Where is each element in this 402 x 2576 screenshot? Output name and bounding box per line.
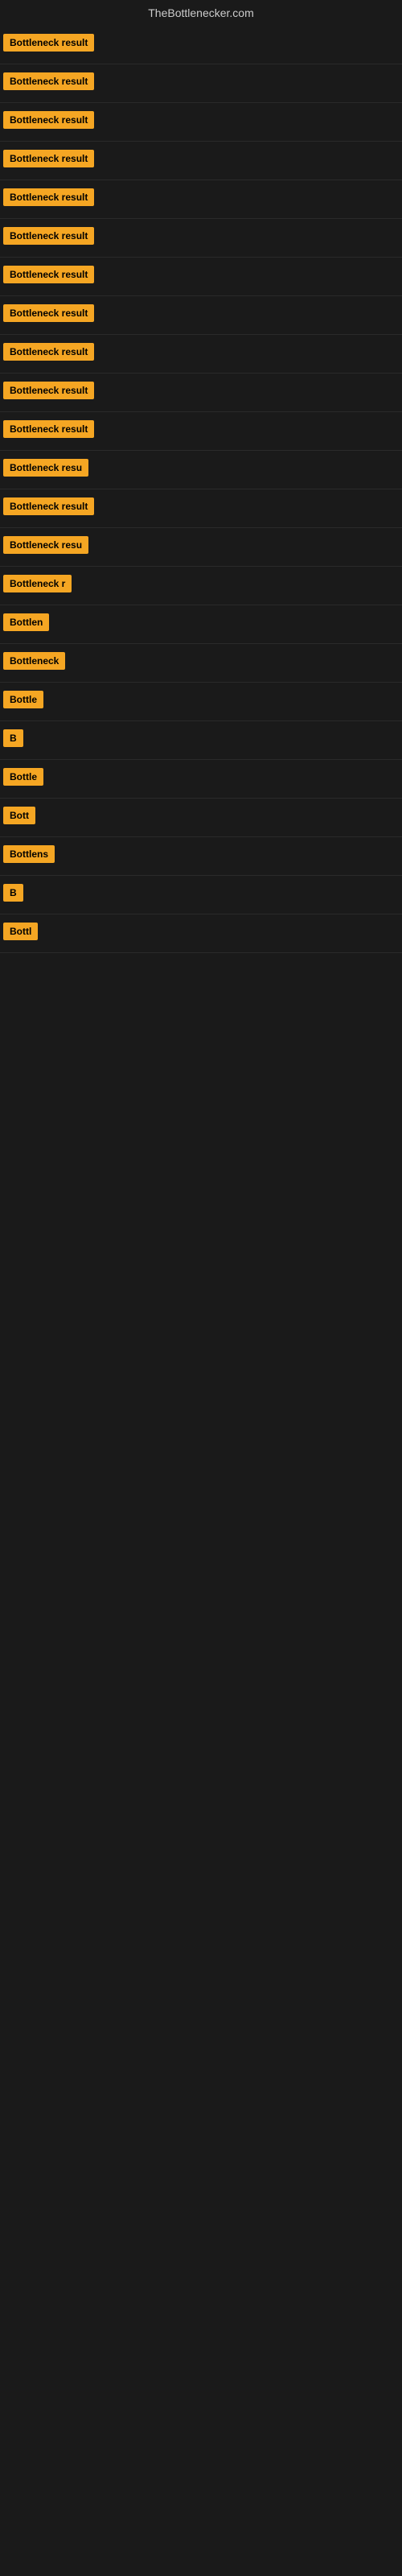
- bottleneck-badge[interactable]: Bottleneck resu: [3, 536, 88, 554]
- result-row: Bottleneck r: [0, 567, 402, 605]
- bottleneck-badge[interactable]: Bottleneck result: [3, 188, 94, 206]
- bottleneck-badge[interactable]: Bottleneck result: [3, 343, 94, 361]
- result-row: B: [0, 876, 402, 914]
- result-row: Bottlen: [0, 605, 402, 644]
- result-row: Bottleneck result: [0, 219, 402, 258]
- bottleneck-badge[interactable]: Bottlens: [3, 845, 55, 863]
- result-row: Bottleneck resu: [0, 451, 402, 489]
- bottleneck-badge[interactable]: Bottleneck result: [3, 34, 94, 52]
- result-row: Bottlens: [0, 837, 402, 876]
- bottleneck-badge[interactable]: B: [3, 729, 23, 747]
- result-row: Bottleneck: [0, 644, 402, 683]
- bottleneck-badge[interactable]: Bottl: [3, 923, 38, 940]
- bottleneck-badge[interactable]: B: [3, 884, 23, 902]
- result-row: Bottleneck result: [0, 26, 402, 64]
- result-row: Bottl: [0, 914, 402, 953]
- result-row: Bottleneck result: [0, 180, 402, 219]
- result-row: Bottleneck result: [0, 489, 402, 528]
- bottleneck-badge[interactable]: Bottle: [3, 691, 43, 708]
- results-container: Bottleneck result Bottleneck result Bottle…: [0, 26, 402, 953]
- result-row: Bottleneck result: [0, 335, 402, 374]
- bottleneck-badge[interactable]: Bottleneck result: [3, 420, 94, 438]
- result-row: Bottle: [0, 760, 402, 799]
- bottleneck-badge[interactable]: Bottleneck result: [3, 150, 94, 167]
- result-row: Bottleneck result: [0, 64, 402, 103]
- bottleneck-badge[interactable]: Bottle: [3, 768, 43, 786]
- result-row: Bott: [0, 799, 402, 837]
- bottleneck-badge[interactable]: Bottleneck result: [3, 382, 94, 399]
- site-title: TheBottlenecker.com: [0, 0, 402, 26]
- result-row: Bottleneck result: [0, 412, 402, 451]
- bottleneck-badge[interactable]: Bottleneck: [3, 652, 65, 670]
- result-row: Bottleneck result: [0, 374, 402, 412]
- bottleneck-badge[interactable]: Bott: [3, 807, 35, 824]
- result-row: Bottleneck result: [0, 103, 402, 142]
- bottleneck-badge[interactable]: Bottleneck result: [3, 497, 94, 515]
- bottleneck-badge[interactable]: Bottlen: [3, 613, 49, 631]
- bottleneck-badge[interactable]: Bottleneck result: [3, 304, 94, 322]
- result-row: Bottle: [0, 683, 402, 721]
- result-row: Bottleneck result: [0, 296, 402, 335]
- bottleneck-badge[interactable]: Bottleneck r: [3, 575, 72, 592]
- result-row: Bottleneck result: [0, 258, 402, 296]
- bottleneck-badge[interactable]: Bottleneck resu: [3, 459, 88, 477]
- result-row: Bottleneck resu: [0, 528, 402, 567]
- site-header: TheBottlenecker.com: [0, 0, 402, 26]
- bottleneck-badge[interactable]: Bottleneck result: [3, 227, 94, 245]
- result-row: B: [0, 721, 402, 760]
- bottleneck-badge[interactable]: Bottleneck result: [3, 266, 94, 283]
- bottleneck-badge[interactable]: Bottleneck result: [3, 72, 94, 90]
- result-row: Bottleneck result: [0, 142, 402, 180]
- bottleneck-badge[interactable]: Bottleneck result: [3, 111, 94, 129]
